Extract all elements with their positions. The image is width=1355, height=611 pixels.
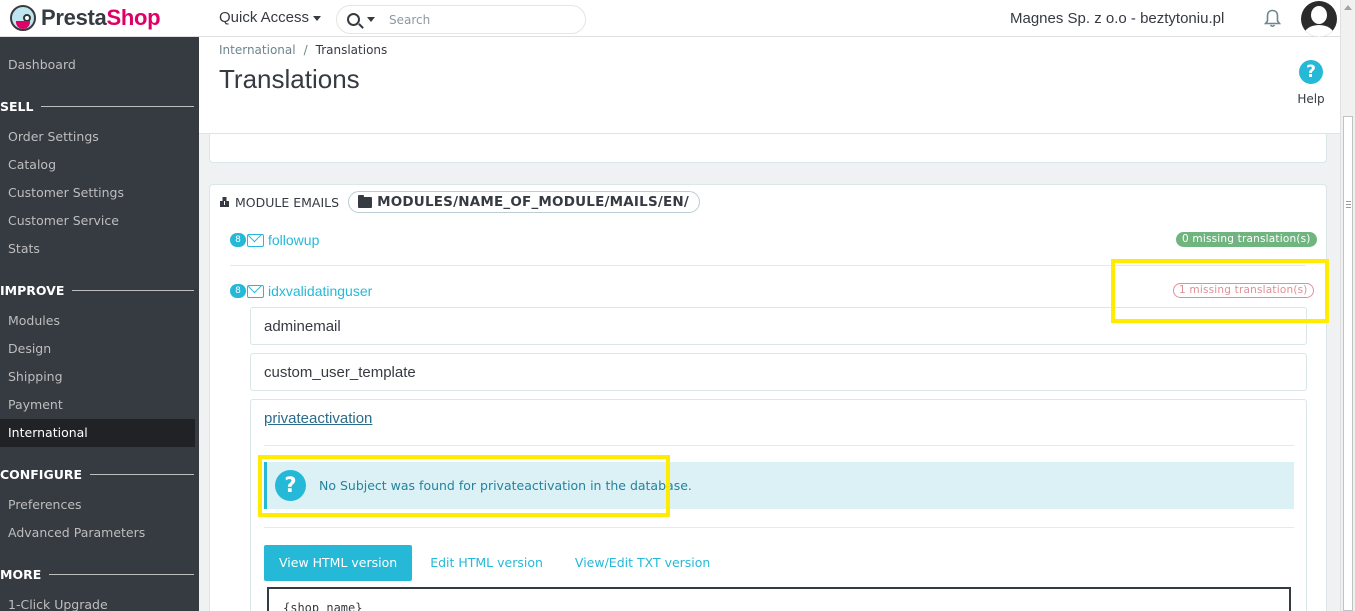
sidebar-item-dashboard[interactable]: Dashboard	[0, 51, 199, 79]
tab-view-html[interactable]: View HTML version	[264, 545, 413, 581]
highlight-box-missing-translation	[1111, 259, 1329, 323]
breadcrumb-international[interactable]: International	[219, 43, 296, 57]
sidebar-section-improve: IMPROVE	[0, 280, 199, 300]
sidebar-item-international[interactable]: International	[0, 419, 199, 447]
folder-icon	[358, 194, 373, 208]
tab-edit-txt[interactable]: View/Edit TXT version	[560, 545, 725, 581]
template-name[interactable]: privateactivation	[264, 410, 372, 427]
help-button[interactable]: ? Help	[1296, 60, 1326, 106]
mail-group-followup[interactable]: 8 followup	[230, 232, 319, 248]
breadcrumb-translations: Translations	[315, 43, 388, 57]
module-emails-heading: MODULE EMAILS MODULES/NAME_OF_MODULE/MAI…	[219, 191, 701, 213]
breadcrumb: International / Translations	[219, 43, 388, 57]
caret-down-icon	[313, 15, 322, 21]
sidebar-item-payment[interactable]: Payment	[0, 391, 199, 419]
search-icon[interactable]	[347, 13, 360, 26]
template-tabs: View HTML version Edit HTML version View…	[264, 545, 725, 581]
prestashop-logo[interactable]: PrestaShop	[10, 5, 161, 31]
mail-path-text: MODULES/NAME_OF_MODULE/MAILS/EN/	[377, 194, 690, 210]
page-header: International / Translations Translations …	[199, 37, 1340, 134]
mail-group-name[interactable]: idxvalidatinguser	[268, 283, 372, 299]
sidebar-item-preferences[interactable]: Preferences	[0, 491, 199, 519]
template-name[interactable]: adminemail	[264, 318, 341, 335]
scrollbar-thumb[interactable]	[1343, 116, 1353, 611]
html-preview-text: {shop_name}	[283, 601, 363, 611]
module-emails-label: MODULE EMAILS	[235, 194, 340, 210]
sidebar-section-more: MORE	[0, 564, 199, 584]
shop-name-link[interactable]: Magnes Sp. z o.o - beztytoniu.pl	[1010, 10, 1224, 27]
template-custom-user-template[interactable]: custom_user_template	[250, 353, 1307, 391]
sidebar-item-advanced-parameters[interactable]: Advanced Parameters	[0, 519, 199, 547]
sidebar-item-catalog[interactable]: Catalog	[0, 151, 199, 179]
search-box	[336, 5, 586, 34]
caret-down-icon[interactable]	[367, 17, 375, 22]
sidebar-item-customer-settings[interactable]: Customer Settings	[0, 179, 199, 207]
module-emails-panel: MODULE EMAILS MODULES/NAME_OF_MODULE/MAI…	[209, 184, 1327, 611]
help-label: Help	[1297, 92, 1325, 106]
template-name[interactable]: custom_user_template	[264, 364, 416, 381]
envelope-icon	[247, 233, 264, 247]
sidebar-item-design[interactable]: Design	[0, 335, 199, 363]
help-icon: ?	[1299, 60, 1323, 84]
sidebar-item-modules[interactable]: Modules	[0, 307, 199, 335]
mail-group-name[interactable]: followup	[268, 232, 319, 248]
mail-count-badge: 8	[230, 233, 246, 247]
sidebar-item-1-click-upgrade[interactable]: 1-Click Upgrade	[0, 591, 199, 611]
sidebar-section-sell: SELL	[0, 96, 199, 116]
page-title: Translations	[219, 64, 360, 94]
search-input[interactable]	[389, 12, 569, 27]
scroll-up-arrow-icon[interactable]	[1344, 5, 1352, 10]
puzzle-icon	[220, 197, 229, 207]
avatar[interactable]	[1301, 1, 1337, 37]
html-preview[interactable]: {shop_name}	[267, 587, 1291, 611]
sidebar-item-order-settings[interactable]: Order Settings	[0, 123, 199, 151]
mail-count-badge: 8	[230, 284, 246, 298]
mail-path-badge: MODULES/NAME_OF_MODULE/MAILS/EN/	[348, 191, 701, 213]
puffin-logo-icon	[10, 5, 36, 31]
sidebar: Dashboard SELL Order Settings Catalog Cu…	[0, 37, 199, 611]
top-bar: PrestaShop Quick Access Magnes Sp. z o.o…	[0, 0, 1340, 37]
sidebar-item-stats[interactable]: Stats	[0, 235, 199, 263]
sidebar-item-customer-service[interactable]: Customer Service	[0, 207, 199, 235]
scrollbar[interactable]	[1340, 0, 1355, 611]
divider	[264, 445, 1294, 446]
mail-group-idxvalidatinguser[interactable]: 8 idxvalidatinguser	[230, 283, 372, 299]
tab-edit-html[interactable]: Edit HTML version	[415, 545, 558, 581]
sidebar-section-configure: CONFIGURE	[0, 464, 199, 484]
sidebar-item-shipping[interactable]: Shipping	[0, 363, 199, 391]
missing-translations-badge: 0 missing translation(s)	[1176, 232, 1317, 247]
quick-access-label: Quick Access	[219, 9, 310, 26]
quick-access-dropdown[interactable]: Quick Access	[219, 9, 322, 26]
divider	[264, 527, 1294, 528]
previous-panel	[209, 134, 1327, 163]
logo-text: PrestaShop	[41, 5, 161, 30]
highlight-box-alert	[258, 455, 670, 517]
envelope-icon	[247, 284, 264, 298]
bell-icon[interactable]	[1264, 9, 1281, 28]
